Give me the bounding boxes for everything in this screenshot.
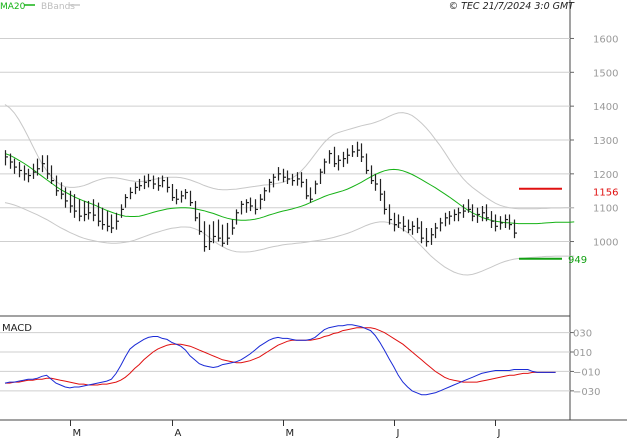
macd-line	[4, 324, 556, 396]
macd-tick-label: 010	[573, 348, 592, 359]
copyright-text: © TEC 21/7/2024 3:0 GMT	[449, 1, 576, 12]
price-tick-label: 1100	[593, 204, 618, 215]
month-label: A	[175, 428, 182, 439]
price-tick-label: 1600	[593, 34, 618, 45]
month-label: J	[396, 428, 400, 439]
price-tick-label: 1500	[593, 68, 618, 79]
resistance-label: 1156	[593, 188, 618, 199]
macd-signal-line	[5, 327, 556, 386]
price-tick-label: 1000	[593, 238, 618, 249]
support-label: 949	[568, 255, 587, 266]
macd-title: MACD	[2, 323, 32, 334]
legend-bbands: BBands	[41, 2, 75, 12]
price-tick-label: 1400	[593, 102, 618, 113]
price-tick-label: 1300	[593, 136, 618, 147]
price-tick-label: 1200	[593, 170, 618, 181]
macd-tick-label: −010	[573, 367, 600, 378]
stock-chart: 1000 1100 1200 1300 1400 1500 1600 030 010 −010 −0…	[0, 0, 627, 439]
macd-tick-label: 030	[573, 329, 592, 340]
bbands-lower-line	[4, 202, 575, 276]
bbands-upper-line	[4, 104, 575, 210]
macd-tick-label: −030	[573, 387, 600, 398]
month-label: M	[73, 428, 82, 439]
legend-ma20: MA20	[0, 2, 26, 12]
month-label: J	[497, 428, 501, 439]
month-label: M	[286, 428, 295, 439]
